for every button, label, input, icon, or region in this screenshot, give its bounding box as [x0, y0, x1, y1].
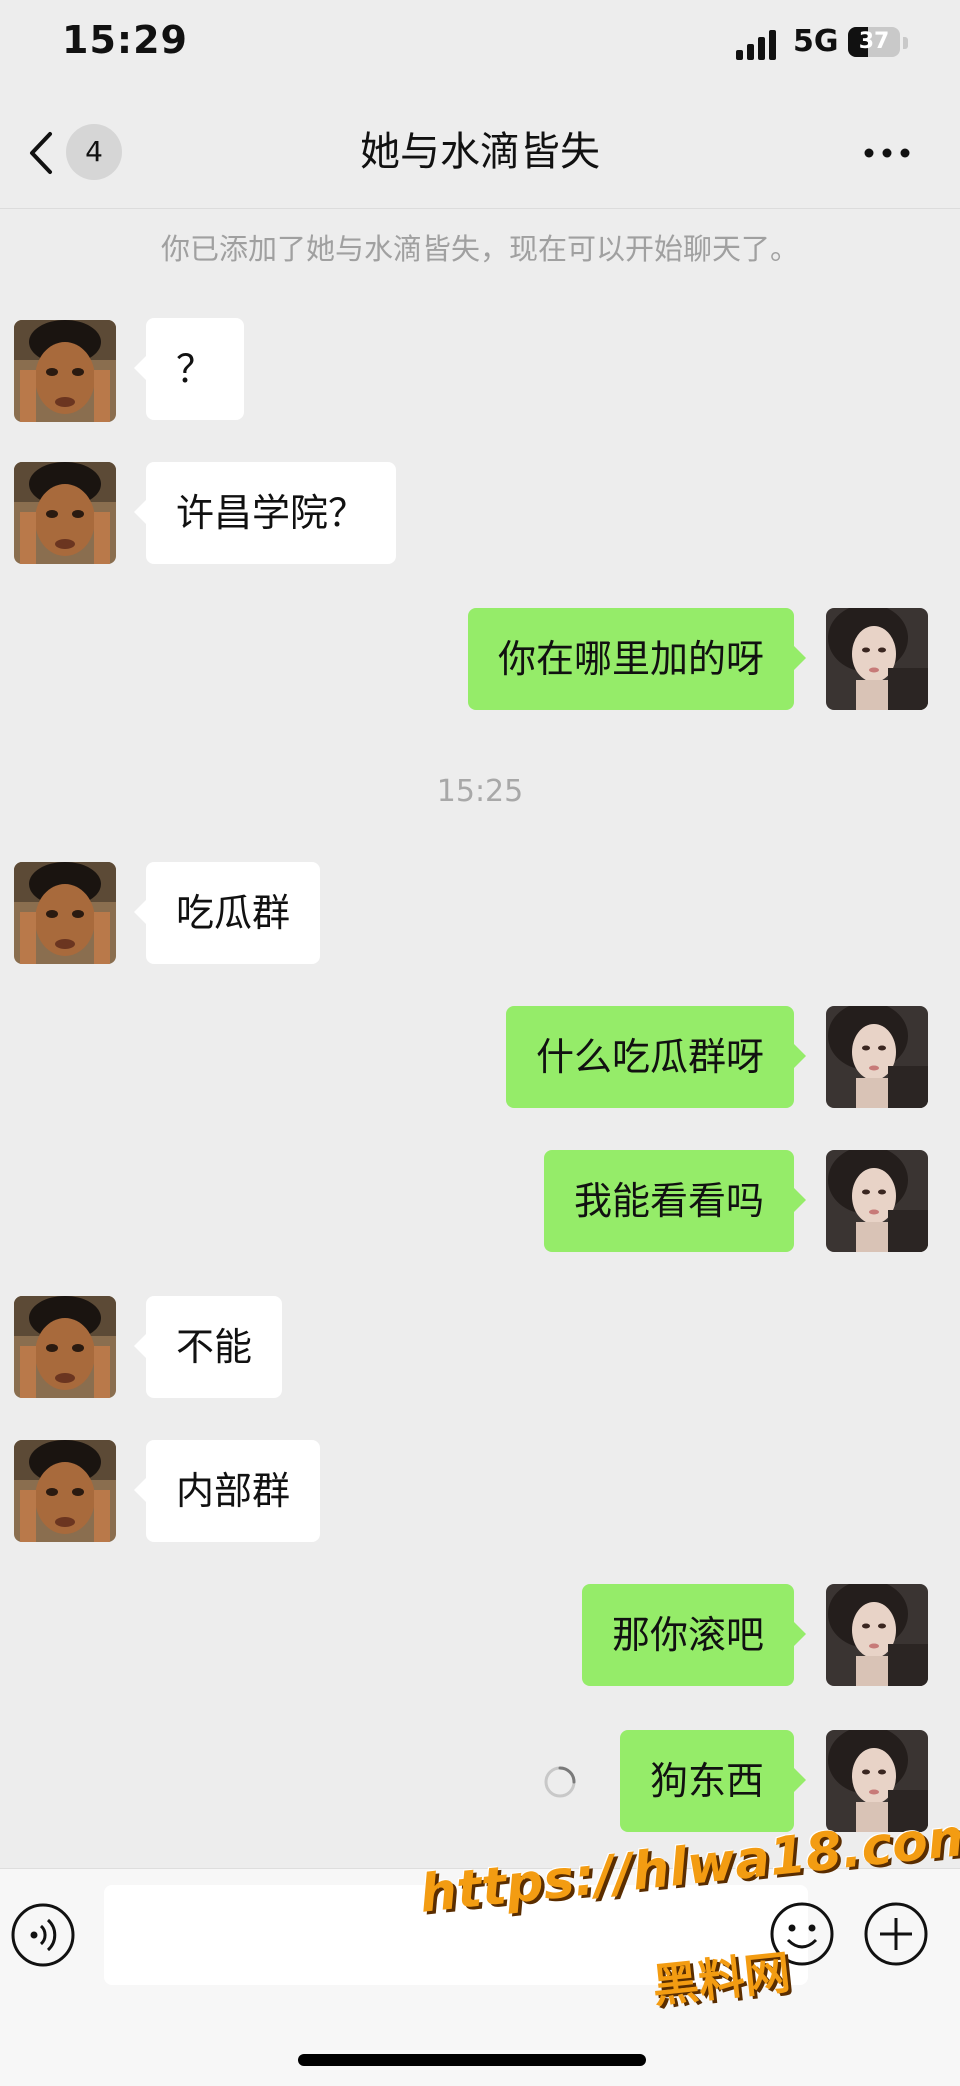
outgoing-message[interactable]: 什么吃瓜群呀 [505, 1006, 807, 1108]
battery-icon: 37 [848, 27, 900, 57]
plus-icon[interactable] [862, 1900, 930, 1968]
my-avatar[interactable] [826, 608, 928, 710]
my-avatar[interactable] [826, 1150, 928, 1252]
chat-title: 她与水滴皆失 [360, 129, 600, 175]
status-time: 15:29 [62, 18, 188, 62]
sending-spinner-icon [544, 1766, 576, 1798]
outgoing-message[interactable]: 那你滚吧 [581, 1584, 807, 1686]
nav-divider [0, 208, 960, 209]
my-avatar[interactable] [826, 1006, 928, 1108]
system-message: 你已添加了她与水滴皆失，现在可以开始聊天了。 [160, 232, 799, 266]
my-avatar[interactable] [826, 1730, 928, 1832]
incoming-message[interactable]: 内部群 [133, 1440, 321, 1542]
contact-avatar[interactable] [14, 320, 116, 422]
network-label: 5G [793, 24, 839, 59]
contact-avatar[interactable] [14, 462, 116, 564]
voice-icon[interactable] [10, 1902, 76, 1968]
home-indicator [298, 2054, 646, 2066]
status-bar: 15:29 5G 37 [0, 0, 960, 90]
emoji-icon[interactable] [768, 1900, 836, 1968]
my-avatar[interactable] [826, 1584, 928, 1686]
contact-avatar[interactable] [14, 1440, 116, 1542]
battery-cap [903, 37, 908, 49]
incoming-message[interactable]: 吃瓜群 [133, 862, 321, 964]
time-divider: 15:25 [436, 774, 524, 809]
contact-avatar[interactable] [14, 1296, 116, 1398]
outgoing-message[interactable]: 狗东西 [619, 1730, 807, 1832]
battery-level: 37 [858, 29, 890, 54]
contact-avatar[interactable] [14, 862, 116, 964]
signal-icon [736, 30, 778, 60]
incoming-message[interactable]: 不能 [133, 1296, 283, 1398]
outgoing-message[interactable]: 我能看看吗 [543, 1150, 807, 1252]
message-input[interactable] [104, 1885, 808, 1985]
incoming-message[interactable]: ？ [133, 318, 245, 420]
outgoing-message[interactable]: 你在哪里加的呀 [467, 608, 807, 710]
incoming-message[interactable]: 许昌学院？ [133, 462, 397, 564]
more-icon[interactable] [862, 138, 912, 168]
